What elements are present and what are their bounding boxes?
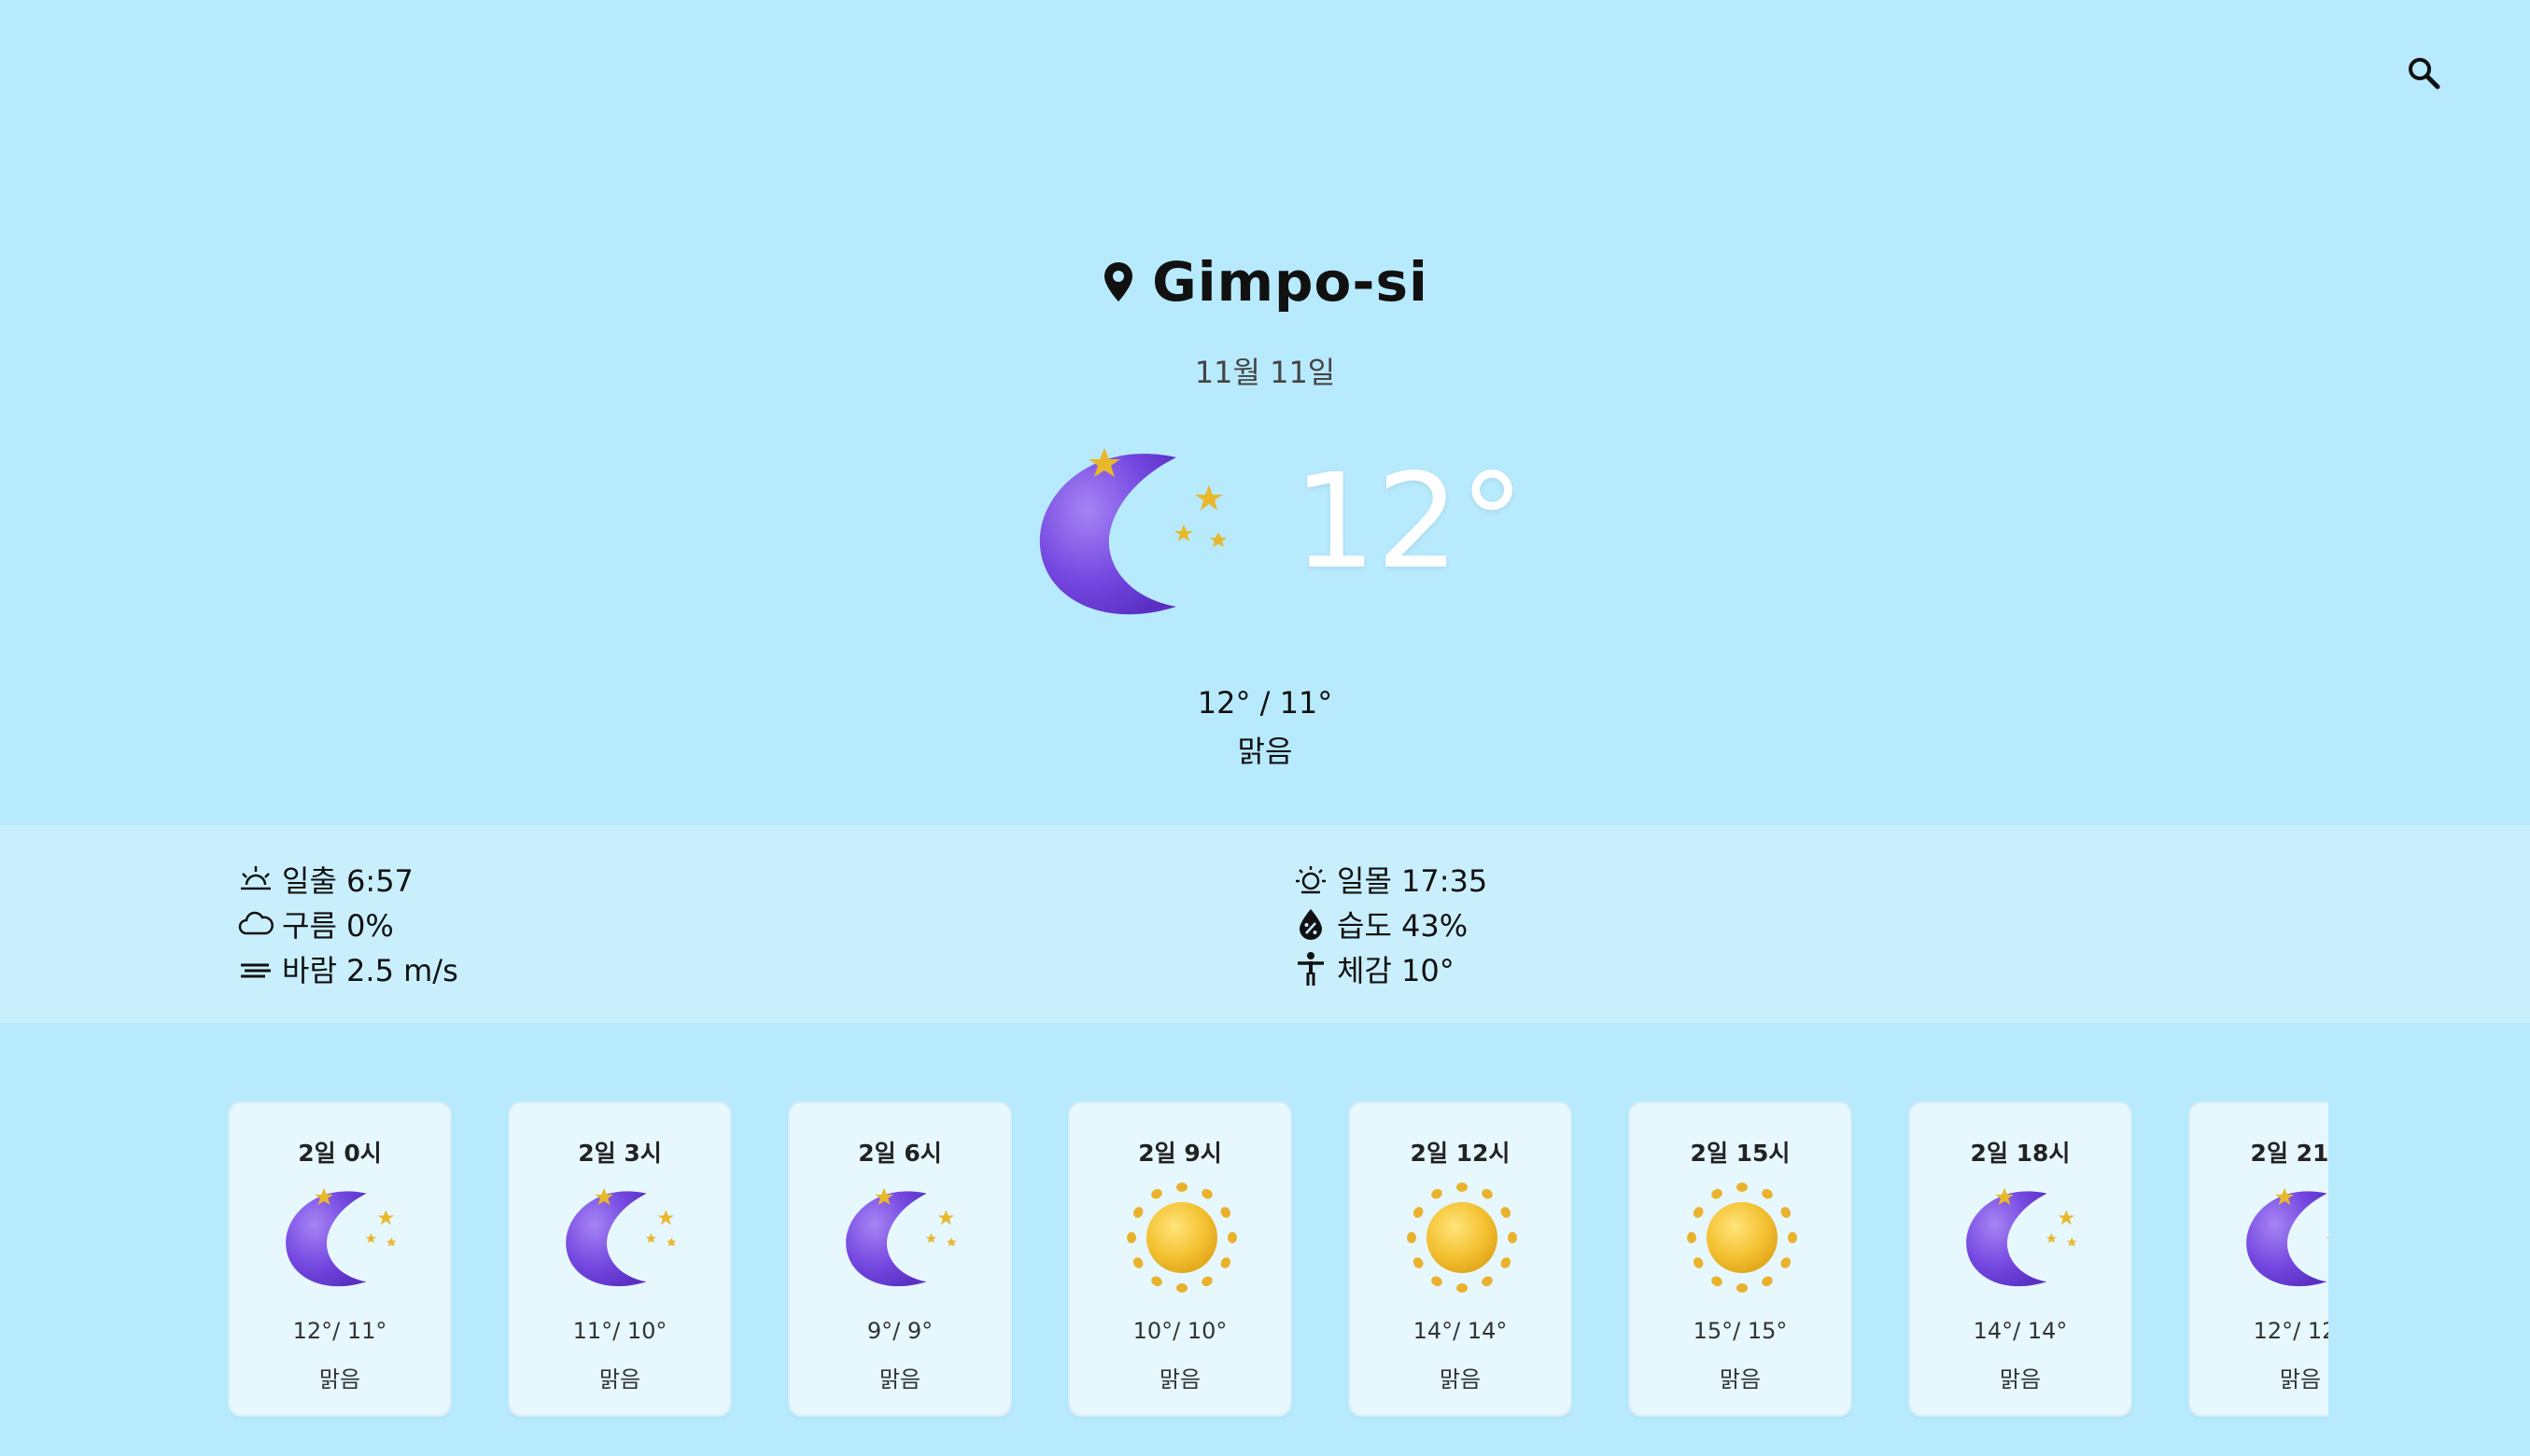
sun-icon	[1399, 1182, 1525, 1294]
forecast-temp: 14°/ 14°	[1973, 1318, 2068, 1344]
forecast-time: 2일 6시	[858, 1140, 942, 1167]
wind-text: 바람 2.5 m/s	[282, 953, 458, 988]
forecast-card[interactable]: 2일 15시 15°/ 15° 맑음	[1628, 1101, 1852, 1417]
map-pin-icon	[1104, 262, 1133, 301]
forecast-temp: 9°/ 9°	[866, 1318, 934, 1344]
sunset-icon	[1292, 861, 1329, 898]
moon-stars-icon	[1959, 1182, 2086, 1294]
min-max-temperature: 12° / 11°	[1197, 685, 1333, 721]
forecast-time: 2일 3시	[578, 1140, 662, 1167]
sunrise-icon	[237, 861, 274, 898]
sun-icon	[1679, 1182, 1806, 1294]
moon-stars-icon	[1027, 439, 1242, 625]
forecast-time: 2일 18시	[1970, 1140, 2071, 1167]
forecast-time: 2일 0시	[298, 1140, 382, 1167]
forecast-condition: 맑음	[878, 1366, 921, 1393]
forecast-condition: 맑음	[1999, 1366, 2042, 1393]
location-header: Gimpo-si	[0, 250, 2530, 314]
forecast-temp: 12°/ 12°	[2253, 1318, 2328, 1344]
details-right: 일몰 17:35 습도 43% 체감 10°	[1292, 857, 1487, 991]
cloud-icon	[237, 905, 274, 943]
forecast-condition: 맑음	[318, 1366, 361, 1393]
current-date: 11월 11일	[1194, 355, 1336, 390]
forecast-condition: 맑음	[1439, 1366, 1482, 1393]
humidity-text: 습도 43%	[1337, 908, 1469, 944]
sunrise-text: 일출 6:57	[282, 863, 414, 899]
humidity-icon	[1292, 905, 1329, 943]
forecast-card[interactable]: 2일 3시 11°/ 10° 맑음	[508, 1101, 732, 1417]
forecast-card[interactable]: 2일 12시 14°/ 14° 맑음	[1348, 1101, 1572, 1417]
forecast-temp: 15°/ 15°	[1693, 1318, 1788, 1344]
forecast-condition: 맑음	[2279, 1366, 2322, 1393]
forecast-time: 2일 15시	[1690, 1140, 1791, 1167]
forecast-temp: 12°/ 11°	[292, 1318, 387, 1344]
humidity-row: 습도 43%	[1292, 902, 1487, 946]
forecast-card[interactable]: 2일 18시 14°/ 14° 맑음	[1908, 1101, 2132, 1417]
sun-icon	[1118, 1182, 1245, 1294]
forecast-time: 2일 21시	[2250, 1140, 2328, 1167]
hourly-forecast[interactable]: 2일 0시 12°/ 11° 맑음 2일 3시 11°/ 10° 맑음 2일 6시 9°/ 9…	[228, 1101, 2328, 1419]
current-weather: 12°	[1027, 439, 1525, 635]
forecast-time: 2일 12시	[1410, 1140, 1511, 1167]
forecast-condition: 맑음	[598, 1366, 641, 1393]
forecast-card[interactable]: 2일 21시 12°/ 12° 맑음	[2188, 1101, 2328, 1417]
details-left: 일출 6:57 구름 0% 바람 2.5 m/s	[237, 857, 458, 991]
search-button[interactable]	[2401, 50, 2446, 95]
feels-like-text: 체감 10°	[1337, 953, 1455, 988]
current-condition: 맑음	[1237, 734, 1293, 769]
forecast-card[interactable]: 2일 0시 12°/ 11° 맑음	[228, 1101, 452, 1417]
sunset-text: 일몰 17:35	[1337, 863, 1488, 899]
feels-like-row: 체감 10°	[1292, 946, 1487, 991]
moon-stars-icon	[278, 1182, 405, 1294]
forecast-card[interactable]: 2일 9시 10°/ 10° 맑음	[1068, 1101, 1292, 1417]
current-temperature: 12°	[1293, 446, 1525, 598]
moon-stars-icon	[838, 1182, 965, 1294]
moon-stars-icon	[2239, 1182, 2328, 1294]
forecast-temp: 10°/ 10°	[1132, 1318, 1228, 1344]
wind-row: 바람 2.5 m/s	[237, 946, 458, 991]
wind-icon	[237, 950, 274, 987]
cloud-text: 구름 0%	[282, 908, 394, 944]
forecast-temp: 14°/ 14°	[1413, 1318, 1508, 1344]
cloud-row: 구름 0%	[237, 902, 458, 946]
forecast-condition: 맑음	[1719, 1366, 1762, 1393]
forecast-temp: 11°/ 10°	[572, 1318, 668, 1344]
forecast-time: 2일 9시	[1138, 1140, 1222, 1167]
forecast-card[interactable]: 2일 6시 9°/ 9° 맑음	[788, 1101, 1012, 1417]
city-name: Gimpo-si	[1152, 250, 1428, 314]
sunset-row: 일몰 17:35	[1292, 857, 1487, 902]
sunrise-row: 일출 6:57	[237, 857, 458, 902]
forecast-condition: 맑음	[1159, 1366, 1202, 1393]
search-icon	[2409, 58, 2440, 90]
weather-details: 일출 6:57 구름 0% 바람 2.5 m/s 일몰 17:35 습도 43%…	[0, 825, 2530, 1023]
moon-stars-icon	[558, 1182, 685, 1294]
person-icon	[1292, 950, 1329, 987]
